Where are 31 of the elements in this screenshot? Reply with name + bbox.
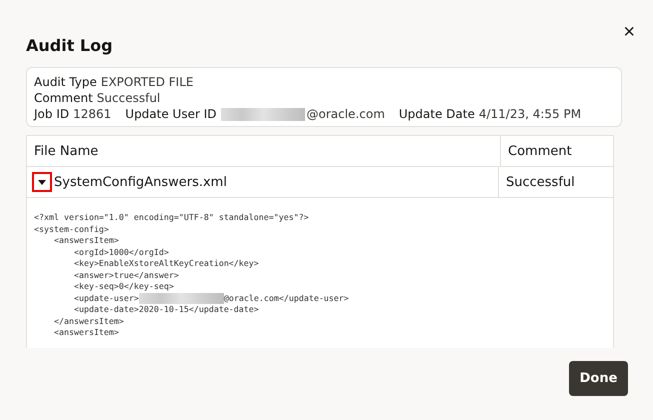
code-line: <key>EnableXstoreAltKeyCreation</key> bbox=[72, 258, 259, 270]
code-line: <?xml version="1.0" encoding="UTF-8" standalone="yes"?> bbox=[34, 212, 309, 224]
field-value: @oracle.com bbox=[306, 106, 385, 122]
field-value: EXPORTED FILE bbox=[100, 74, 194, 90]
field-value: 12861 bbox=[73, 106, 112, 122]
field-label: Job ID bbox=[34, 106, 70, 122]
field-value: Successful bbox=[96, 90, 160, 106]
close-button[interactable]: × bbox=[623, 20, 635, 44]
code-line: <update-date>2020-10-15</update-date> bbox=[72, 304, 259, 316]
code-line: </answersItem> bbox=[52, 316, 124, 327]
expand-toggle[interactable] bbox=[32, 172, 52, 192]
field-label: Audit Type bbox=[34, 74, 97, 90]
column-header: File Name bbox=[27, 136, 501, 166]
code-line: <answersItem> bbox=[52, 327, 119, 338]
code-line: <answer>true</answer> bbox=[72, 270, 179, 281]
field-label: Update Date bbox=[398, 106, 475, 122]
code-line: <key-seq>0</key-seq> bbox=[72, 281, 174, 292]
code-line: <system-config> bbox=[34, 224, 109, 235]
caret-icon bbox=[38, 180, 46, 184]
field-label: Update User ID bbox=[125, 106, 216, 122]
table-cell-text: Successful bbox=[505, 174, 576, 192]
code-line: <answersItem> bbox=[52, 235, 119, 246]
field-value: 4/11/23, 4:55 PM bbox=[478, 106, 582, 122]
column-header: Comment bbox=[507, 142, 573, 160]
file-name: SystemConfigAnswers.xml bbox=[54, 174, 227, 190]
done-button[interactable]: Done bbox=[569, 361, 628, 396]
dialog-title: Audit Log bbox=[26, 36, 113, 55]
field-label: Comment bbox=[34, 90, 93, 106]
code-line: <update-user> bbox=[72, 292, 139, 304]
code-line: @oracle.com</update-user> bbox=[224, 292, 349, 304]
code-line: <orgId>1000</orgId> bbox=[72, 246, 169, 258]
